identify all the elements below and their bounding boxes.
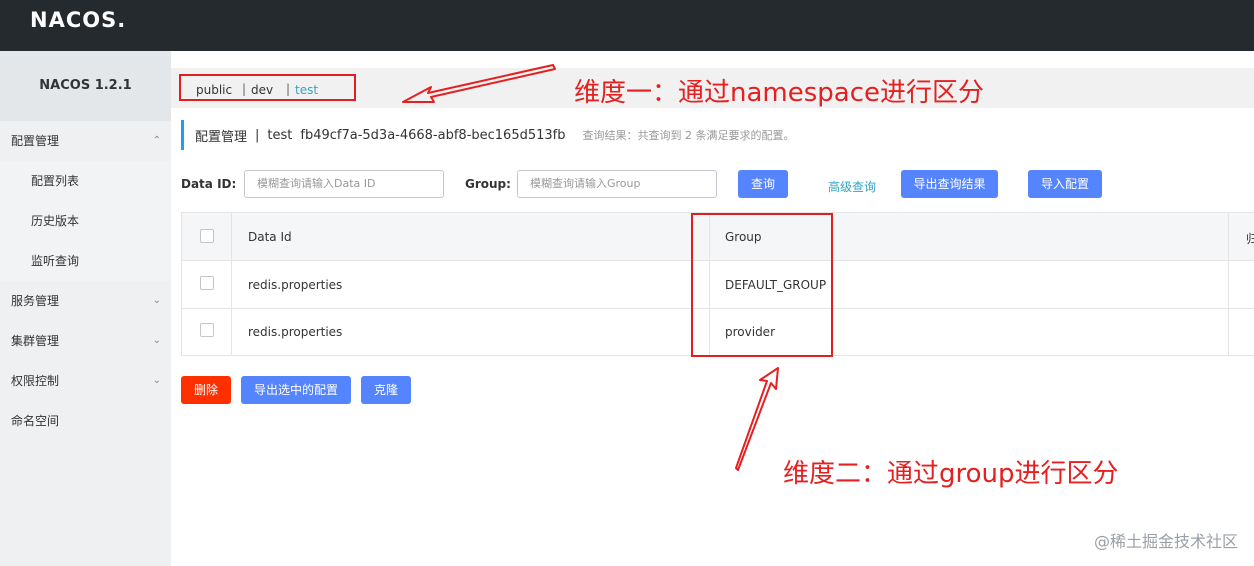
watermark: @稀土掘金技术社区 (1093, 532, 1238, 551)
annotation-dimension-two: 维度二：通过group进行区分 (783, 459, 1119, 489)
arrow-to-namespace (402, 64, 556, 103)
annotation-dimension-one: 维度一：通过namespace进行区分 (574, 78, 985, 108)
arrow-to-group (735, 367, 779, 471)
